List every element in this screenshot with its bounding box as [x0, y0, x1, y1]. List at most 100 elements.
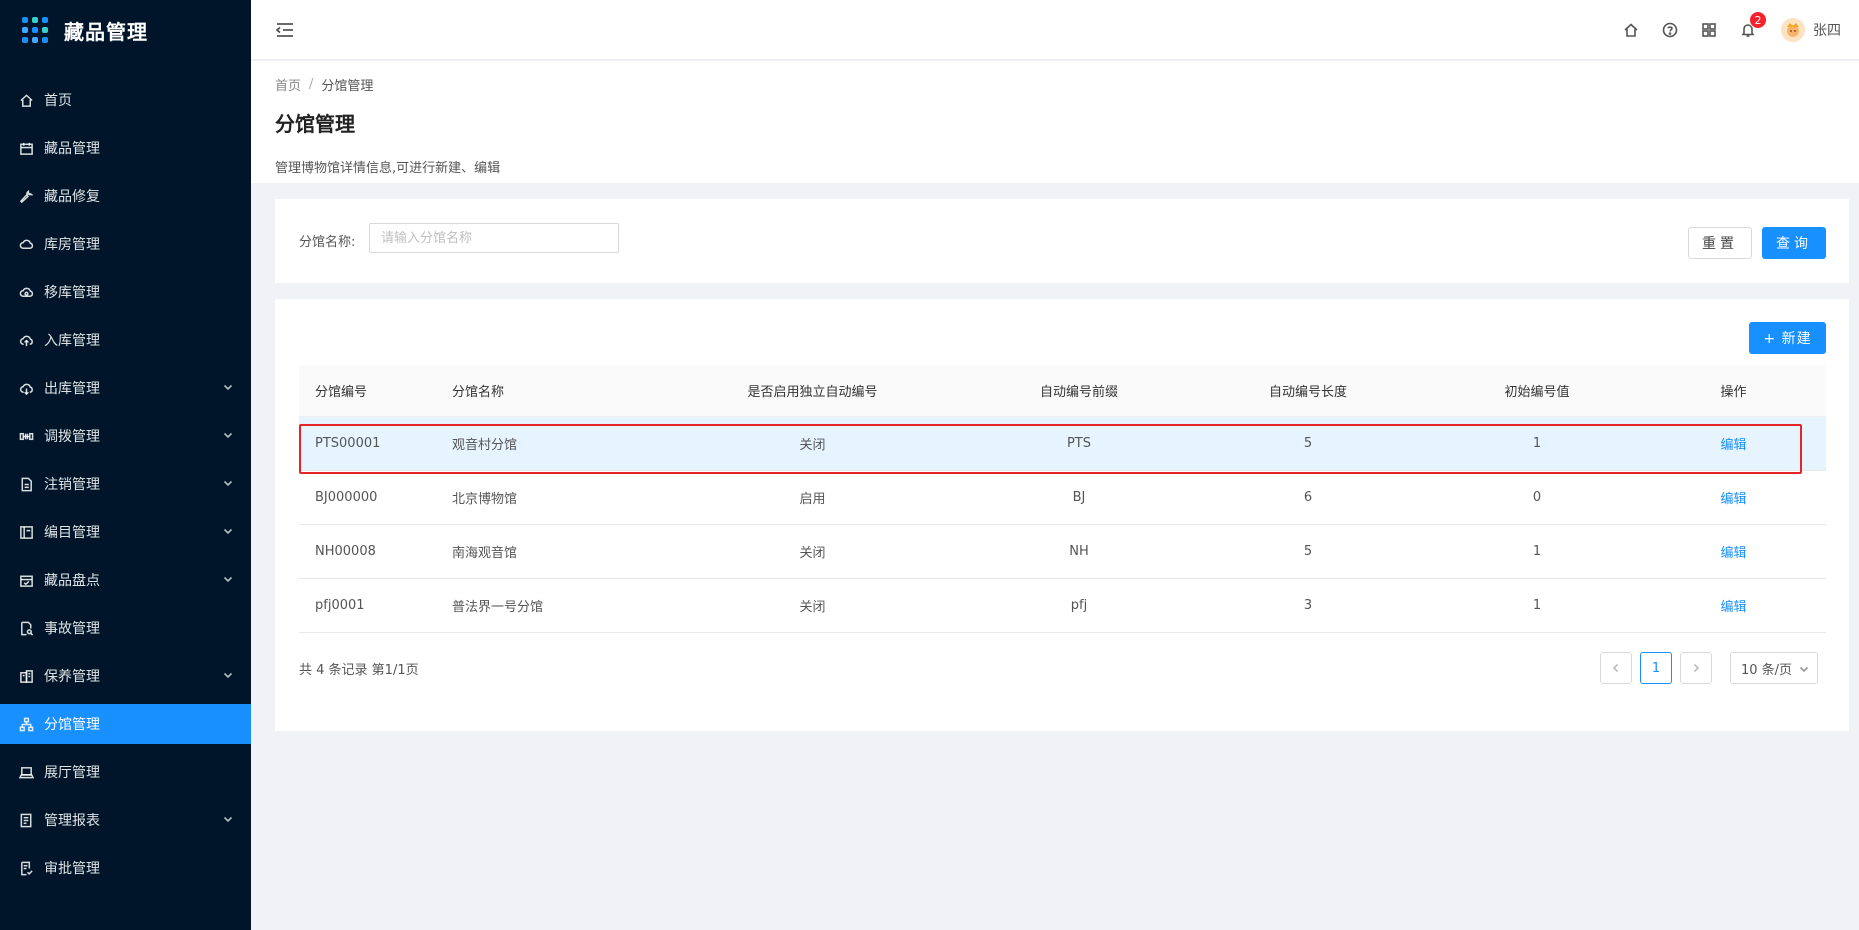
- sidebar-item-10[interactable]: 编目管理: [0, 512, 251, 552]
- column-header-start: 初始编号值: [1504, 385, 1570, 400]
- sidebar-item-6[interactable]: 入库管理: [0, 320, 251, 360]
- edit-link[interactable]: 编辑: [1720, 600, 1746, 615]
- sidebar-item-label: 管理报表: [44, 813, 100, 829]
- logo[interactable]: 藏品管理: [0, 0, 251, 60]
- cell-code: BJ000000: [315, 490, 378, 505]
- page-number-button[interactable]: 1: [1640, 652, 1672, 684]
- edit-link[interactable]: 编辑: [1720, 492, 1746, 507]
- cell-length: 5: [1303, 544, 1313, 559]
- sidebar-item-label: 审批管理: [44, 861, 100, 877]
- column-header-code: 分馆编号: [315, 385, 368, 400]
- cell-code: NH00008: [315, 544, 376, 559]
- breadcrumb: 首页 / 分馆管理: [275, 75, 1835, 94]
- search-label: 分馆名称:: [299, 235, 356, 250]
- cluster-icon: [18, 716, 34, 732]
- sidebar-item-8[interactable]: 调拨管理: [0, 416, 251, 456]
- sidebar-item-label: 藏品修复: [44, 189, 100, 205]
- notification-badge: 2: [1749, 11, 1767, 29]
- next-page-button[interactable]: [1680, 652, 1712, 684]
- column-header-auto: 是否启用独立自动编号: [747, 385, 878, 400]
- cell-prefix: NH: [1069, 544, 1089, 559]
- sidebar-item-label: 调拨管理: [44, 429, 100, 445]
- search-card: 分馆名称: 重置 查询: [275, 199, 1849, 283]
- user-name[interactable]: 张四: [1813, 20, 1841, 40]
- bell-icon[interactable]: 2: [1739, 11, 1767, 39]
- column-header-name: 分馆名称: [452, 385, 505, 400]
- chevron-left-icon: [1612, 663, 1619, 673]
- table-row: pfj0001 普法界一号分馆 关闭 pfj 3 1 编辑: [299, 579, 1826, 633]
- branch-table: 分馆编号 分馆名称 是否启用独立自动编号 自动编号前缀 自动编号长度 初始编号值…: [299, 365, 1826, 633]
- sidebar-item-3[interactable]: 藏品修复: [0, 176, 251, 216]
- transfer-icon: [18, 428, 34, 444]
- sidebar-item-label: 藏品管理: [44, 141, 100, 157]
- cell-prefix: pfj: [1070, 598, 1088, 613]
- sidebar-item-label: 展厅管理: [44, 765, 100, 781]
- breadcrumb-separator: /: [309, 77, 314, 92]
- reset-button[interactable]: 重置: [1688, 227, 1752, 259]
- cell-name: 普法界一号分馆: [452, 600, 544, 615]
- calendar-icon: [18, 140, 34, 156]
- chevron-down-icon: [223, 428, 233, 444]
- avatar[interactable]: [1781, 18, 1805, 42]
- sidebar-menu: 首页藏品管理藏品修复库房管理移库管理入库管理出库管理调拨管理注销管理编目管理藏品…: [0, 80, 251, 888]
- sidebar-item-1[interactable]: 首页: [0, 80, 251, 120]
- sidebar-item-11[interactable]: 藏品盘点: [0, 560, 251, 600]
- sidebar-item-15[interactable]: 展厅管理: [0, 752, 251, 792]
- page-description: 管理博物馆详情信息,可进行新建、编辑: [275, 161, 501, 176]
- apps-icon[interactable]: [1700, 21, 1718, 39]
- sidebar-item-12[interactable]: 事故管理: [0, 608, 251, 648]
- branch-name-input[interactable]: [369, 223, 619, 253]
- cell-start: 1: [1532, 436, 1542, 451]
- header-actions: 2 张四: [1601, 0, 1841, 60]
- table-body: PTS00001 观音村分馆 关闭 PTS 5 1 编辑 BJ000000 北京博物馆 启用 BJ 6…: [299, 417, 1826, 633]
- page-size-select[interactable]: 10 条/页: [1730, 652, 1818, 684]
- building-icon: [18, 668, 34, 684]
- page-size-value: 10 条/页: [1741, 662, 1793, 678]
- top-header: 2 张四: [251, 0, 1859, 60]
- edit-link[interactable]: 编辑: [1720, 546, 1746, 561]
- chevron-right-icon: [1693, 663, 1700, 673]
- calendar-check-icon: [18, 572, 34, 588]
- catalog-icon: [18, 524, 34, 540]
- cell-name: 南海观音馆: [452, 546, 518, 561]
- sidebar-item-2[interactable]: 藏品管理: [0, 128, 251, 168]
- sidebar-item-17[interactable]: 审批管理: [0, 848, 251, 888]
- sidebar-item-label: 注销管理: [44, 477, 100, 493]
- sidebar-item-4[interactable]: 库房管理: [0, 224, 251, 264]
- pagination-summary: 共 4 条记录 第1/1页: [299, 662, 419, 678]
- chevron-down-icon: [223, 668, 233, 684]
- chevron-down-icon: [223, 380, 233, 396]
- cell-auto: 关闭: [799, 438, 826, 453]
- sidebar-item-14[interactable]: 分馆管理: [0, 704, 251, 744]
- help-icon[interactable]: [1661, 21, 1679, 39]
- chevron-down-icon: [223, 812, 233, 828]
- table-row: NH00008 南海观音馆 关闭 NH 5 1 编辑: [299, 525, 1826, 579]
- column-header-length: 自动编号长度: [1268, 385, 1347, 400]
- apps-grid-icon: [22, 17, 48, 43]
- cell-auto: 关闭: [799, 600, 826, 615]
- sidebar-item-13[interactable]: 保养管理: [0, 656, 251, 696]
- chevron-down-icon: [223, 524, 233, 540]
- cell-auto: 启用: [799, 492, 826, 507]
- breadcrumb-home[interactable]: 首页: [275, 75, 301, 94]
- edit-link[interactable]: 编辑: [1720, 438, 1746, 453]
- cell-length: 3: [1303, 598, 1313, 613]
- menu-fold-icon[interactable]: [275, 20, 295, 40]
- sidebar-item-16[interactable]: 管理报表: [0, 800, 251, 840]
- sidebar-item-7[interactable]: 出库管理: [0, 368, 251, 408]
- cell-code: PTS00001: [315, 436, 381, 451]
- prev-page-button[interactable]: [1600, 652, 1632, 684]
- table-row: PTS00001 观音村分馆 关闭 PTS 5 1 编辑: [299, 417, 1826, 471]
- column-header-prefix: 自动编号前缀: [1039, 385, 1118, 400]
- query-button[interactable]: 查询: [1762, 227, 1826, 259]
- sidebar-item-5[interactable]: 移库管理: [0, 272, 251, 312]
- page-title: 分馆管理: [275, 112, 355, 136]
- pagination: 共 4 条记录 第1/1页 1 10 条/页: [299, 651, 1826, 685]
- home-icon[interactable]: [1622, 21, 1640, 39]
- sidebar-item-label: 入库管理: [44, 333, 100, 349]
- cell-auto: 关闭: [799, 546, 826, 561]
- cell-length: 5: [1303, 436, 1313, 451]
- new-button[interactable]: + 新建: [1749, 322, 1826, 354]
- sidebar-item-9[interactable]: 注销管理: [0, 464, 251, 504]
- table-row: BJ000000 北京博物馆 启用 BJ 6 0 编辑: [299, 471, 1826, 525]
